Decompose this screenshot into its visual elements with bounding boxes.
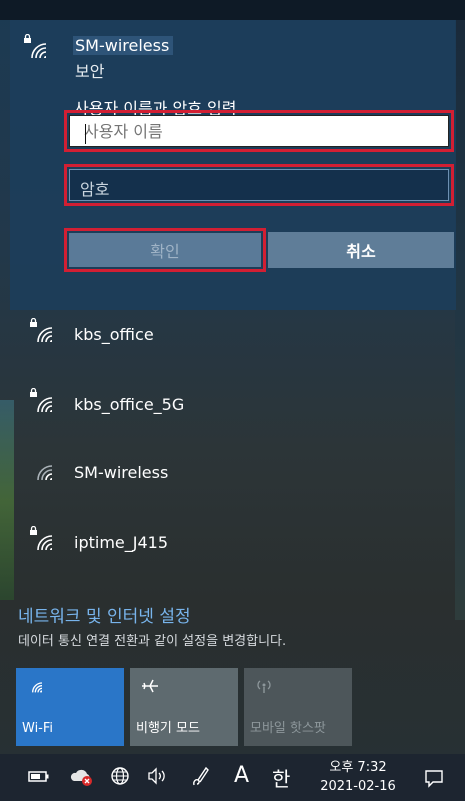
network-item[interactable]: kbs_office_5G — [20, 384, 450, 424]
desktop-edge — [0, 400, 14, 600]
airplane-mode-label: 비행기 모드 — [136, 721, 200, 736]
username-field-highlight — [64, 110, 454, 152]
network-name: SM-wireless — [74, 463, 169, 482]
volume-icon[interactable] — [146, 766, 168, 791]
input-mode-han[interactable]: 한 — [272, 763, 290, 792]
input-mode-a[interactable]: A — [234, 763, 249, 788]
wifi-icon — [26, 676, 46, 698]
network-name: kbs_office_5G — [74, 395, 185, 414]
wifi-tile-label: Wi-Fi — [22, 721, 54, 736]
selected-network-status: 보안 — [75, 62, 105, 81]
network-settings-description: 데이터 통신 연결 전환과 같이 설정을 변경합니다. — [18, 634, 287, 649]
notification-icon[interactable] — [424, 768, 444, 792]
username-input[interactable] — [69, 115, 449, 147]
text-caret — [85, 124, 86, 144]
wifi-secured-icon — [28, 318, 58, 344]
globe-icon[interactable] — [110, 766, 130, 791]
network-name: kbs_office — [74, 325, 154, 344]
clock[interactable]: 오후 7:32 2021-02-16 — [312, 758, 404, 796]
password-input[interactable]: 암호 — [69, 169, 449, 201]
cloud-error-icon[interactable] — [70, 767, 94, 792]
network-name: iptime_J415 — [74, 533, 169, 552]
wifi-icon — [28, 456, 58, 482]
desktop-edge-right — [455, 20, 465, 620]
wifi-secured-icon — [28, 526, 58, 552]
selected-network-panel: SM-wireless 보안 사용자 이름과 암호 입력 암호 확인 취소 — [10, 20, 456, 310]
taskbar: A 한 오후 7:32 2021-02-16 — [0, 754, 465, 801]
wifi-secured-icon — [28, 388, 58, 414]
clock-time: 오후 7:32 — [329, 760, 387, 775]
cancel-button[interactable]: 취소 — [268, 232, 454, 268]
ok-button-highlight: 확인 — [64, 228, 266, 272]
mobile-hotspot-label: 모바일 핫스팟 — [250, 721, 326, 736]
network-settings-link[interactable]: 네트워크 및 인터넷 설정 — [18, 602, 191, 627]
ok-button[interactable]: 확인 — [69, 233, 261, 267]
selected-network-name[interactable]: SM-wireless — [73, 36, 174, 55]
network-item[interactable]: iptime_J415 — [20, 522, 450, 562]
network-item[interactable]: kbs_office — [20, 314, 450, 354]
wifi-flyout: SM-wireless 보안 사용자 이름과 암호 입력 암호 확인 취소 — [0, 0, 465, 801]
battery-icon[interactable] — [28, 768, 50, 789]
wifi-secured-icon — [22, 34, 52, 60]
airplane-icon — [140, 676, 160, 700]
pen-icon[interactable] — [190, 765, 210, 792]
password-field-highlight: 암호 — [64, 164, 454, 206]
clock-date: 2021-02-16 — [320, 779, 396, 794]
wifi-tile[interactable]: Wi-Fi — [16, 668, 124, 746]
mobile-hotspot-tile[interactable]: 모바일 핫스팟 — [244, 668, 352, 746]
network-item[interactable]: SM-wireless — [20, 452, 450, 492]
airplane-mode-tile[interactable]: 비행기 모드 — [130, 668, 238, 746]
hotspot-icon — [254, 676, 274, 700]
